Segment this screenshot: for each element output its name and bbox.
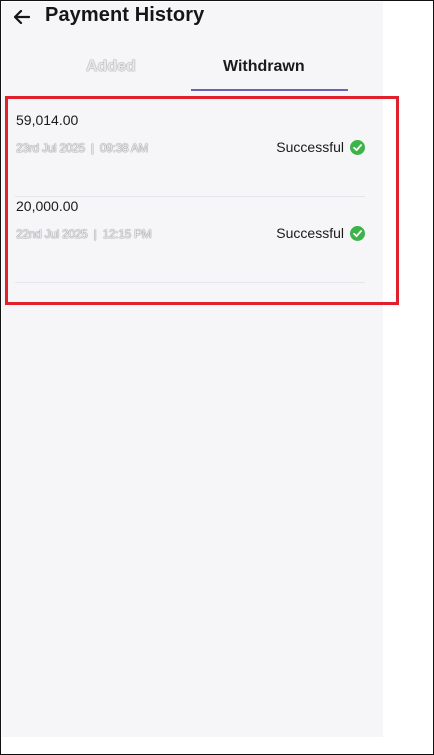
active-tab-indicator: [191, 89, 348, 91]
tab-withdrawn[interactable]: Withdrawn: [223, 58, 305, 76]
highlight-box: [5, 96, 399, 305]
page-title: Payment History: [45, 4, 205, 26]
back-button[interactable]: [11, 6, 33, 28]
tab-added[interactable]: Added: [86, 58, 136, 76]
arrow-left-icon: [14, 10, 30, 24]
device-frame: Payment History Added Withdrawn 59,014.0…: [0, 0, 434, 755]
tab-bar: Added Withdrawn: [2, 52, 383, 92]
header: Payment History: [2, 2, 383, 32]
